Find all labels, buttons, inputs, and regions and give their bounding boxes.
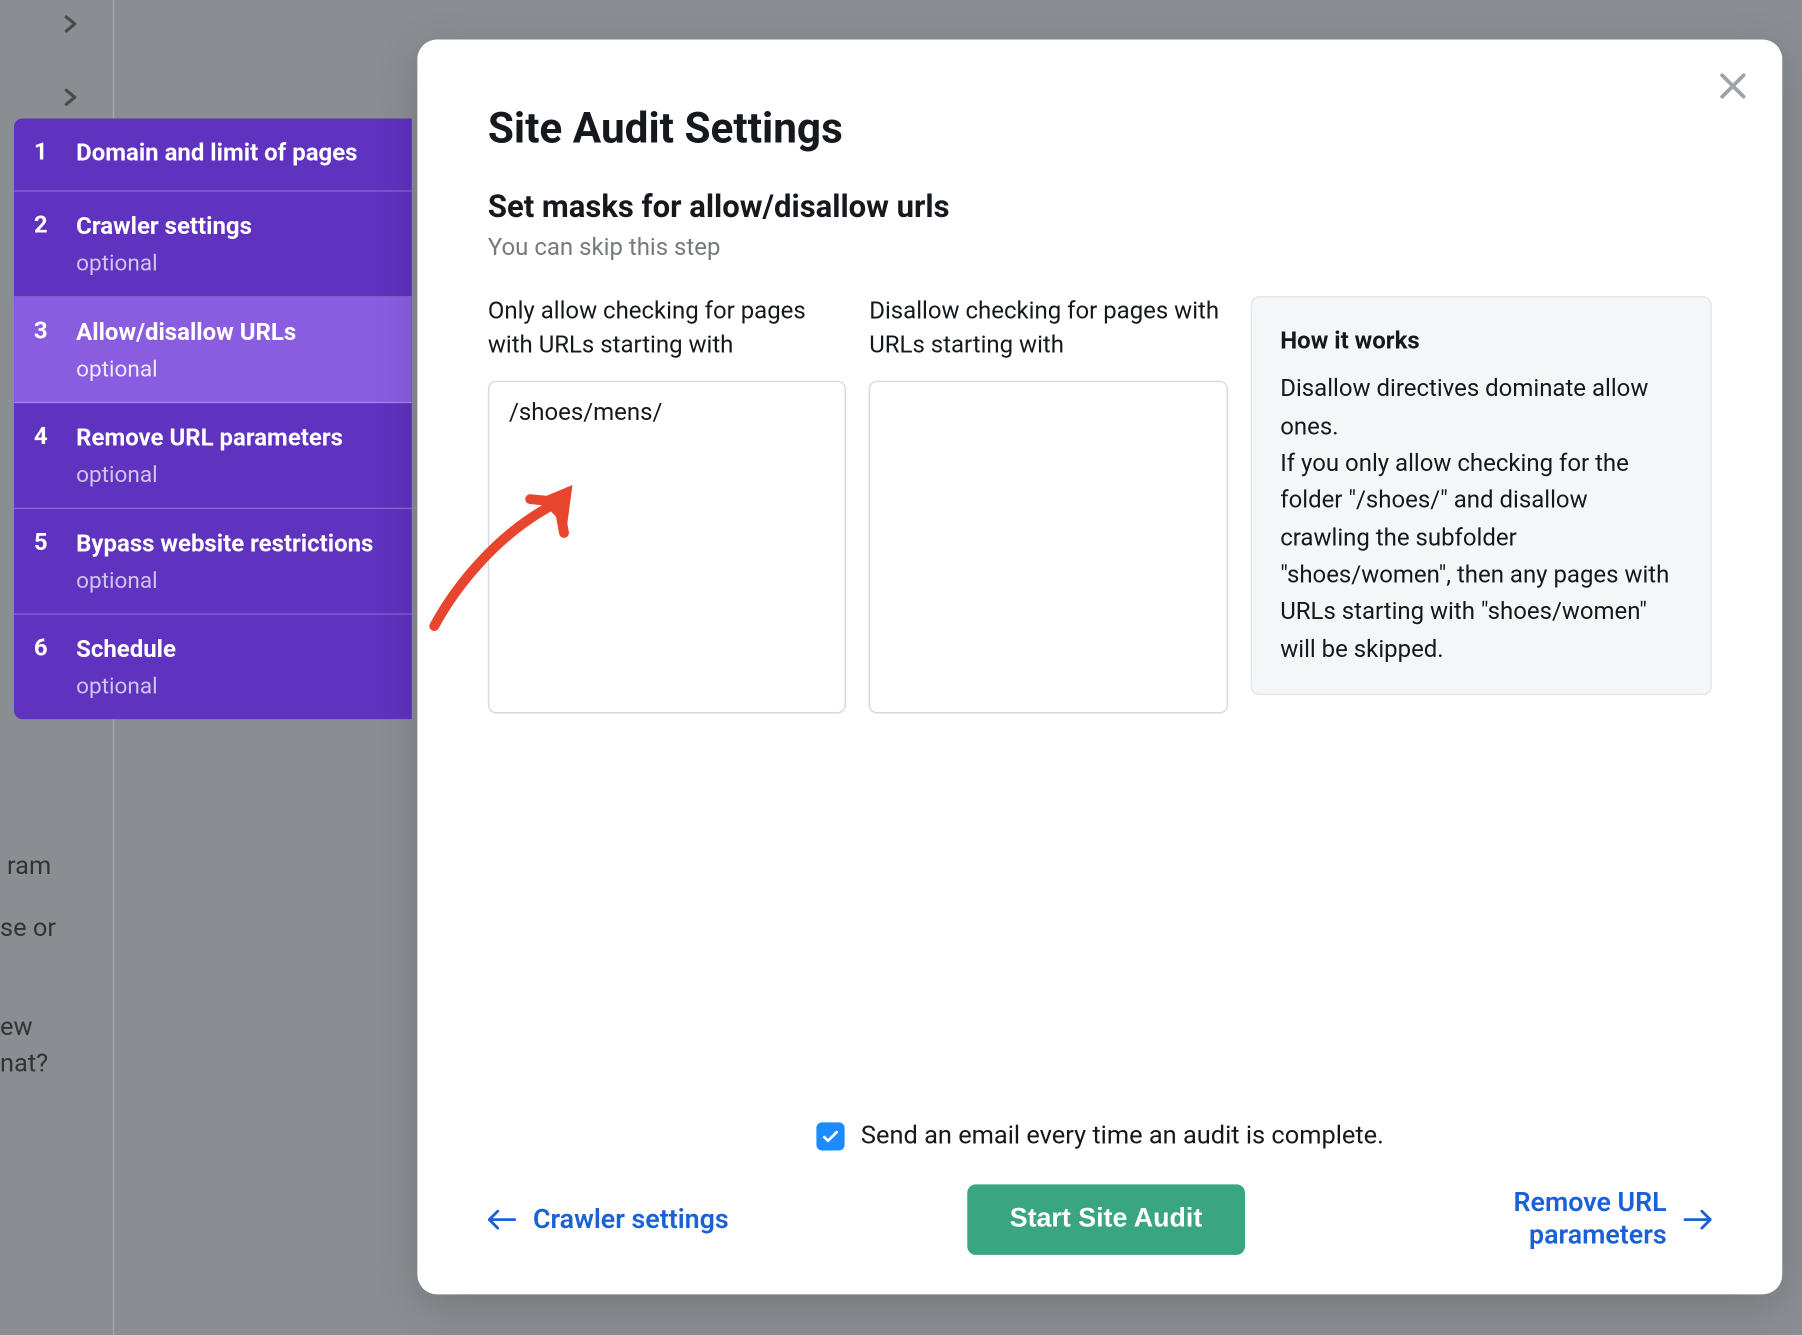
- next-step-link[interactable]: Remove URL parameters: [1483, 1188, 1711, 1252]
- step-bypass-restrictions[interactable]: 5 Bypass website restrictions optional: [14, 509, 412, 615]
- step-number: 2: [34, 211, 76, 239]
- step-label: Domain and limit of pages: [76, 138, 386, 170]
- site-audit-settings-modal: Site Audit Settings Set masks for allow/…: [417, 39, 1782, 1294]
- how-it-works-box: How it works Disallow directives dominat…: [1251, 296, 1712, 695]
- email-notification-label: Send an email every time an audit is com…: [861, 1121, 1384, 1151]
- close-icon: [1715, 68, 1752, 105]
- step-label: Allow/disallow URLs: [76, 317, 386, 349]
- info-box-body: Disallow directives dominate allow ones.…: [1280, 371, 1682, 668]
- bg-text-fragment: nat?: [0, 1049, 48, 1079]
- next-step-label: Remove URL parameters: [1483, 1188, 1666, 1252]
- bg-text-fragment: ew: [0, 1012, 33, 1042]
- step-crawler-settings[interactable]: 2 Crawler settings optional: [14, 192, 412, 298]
- step-label: Bypass website restrictions: [76, 528, 386, 560]
- step-number: 4: [34, 423, 76, 451]
- bg-text-fragment: se or: [0, 914, 56, 944]
- step-label: Schedule: [76, 634, 386, 666]
- allow-urls-textarea[interactable]: [488, 381, 847, 714]
- step-optional: optional: [76, 461, 386, 488]
- modal-footer: Send an email every time an audit is com…: [488, 1121, 1712, 1255]
- email-notification-checkbox[interactable]: [816, 1122, 844, 1150]
- prev-step-link[interactable]: Crawler settings: [488, 1203, 729, 1235]
- start-site-audit-button[interactable]: Start Site Audit: [967, 1184, 1244, 1255]
- step-allow-disallow-urls[interactable]: 3 Allow/disallow URLs optional: [14, 297, 412, 403]
- modal-title: Site Audit Settings: [488, 104, 1712, 153]
- step-optional: optional: [76, 672, 386, 699]
- disallow-urls-label: Disallow checking for pages with URLs st…: [869, 296, 1228, 364]
- step-label: Remove URL parameters: [76, 423, 386, 455]
- settings-steps-sidebar: 1 Domain and limit of pages 2 Crawler se…: [14, 118, 412, 718]
- modal-subtitle: Set masks for allow/disallow urls: [488, 190, 1712, 225]
- step-optional: optional: [76, 355, 386, 382]
- arrow-right-icon: [1684, 1203, 1712, 1235]
- step-number: 3: [34, 317, 76, 345]
- prev-step-label: Crawler settings: [533, 1204, 729, 1236]
- modal-hint: You can skip this step: [488, 234, 1712, 262]
- info-box-title: How it works: [1280, 323, 1682, 360]
- step-domain-limit[interactable]: 1 Domain and limit of pages: [14, 118, 412, 191]
- close-button[interactable]: [1715, 68, 1752, 110]
- bg-chevron-icon: [59, 8, 82, 43]
- step-number: 6: [34, 634, 76, 662]
- step-number: 1: [34, 138, 76, 166]
- bg-text-fragment: ram: [7, 852, 51, 882]
- step-remove-url-parameters[interactable]: 4 Remove URL parameters optional: [14, 403, 412, 509]
- bg-chevron-icon: [59, 82, 82, 117]
- checkmark-icon: [820, 1126, 840, 1146]
- step-optional: optional: [76, 249, 386, 276]
- disallow-urls-textarea[interactable]: [869, 381, 1228, 714]
- step-optional: optional: [76, 566, 386, 593]
- step-schedule[interactable]: 6 Schedule optional: [14, 614, 412, 718]
- step-label: Crawler settings: [76, 211, 386, 243]
- allow-urls-label: Only allow checking for pages with URLs …: [488, 296, 847, 364]
- step-number: 5: [34, 528, 76, 556]
- arrow-left-icon: [488, 1203, 516, 1235]
